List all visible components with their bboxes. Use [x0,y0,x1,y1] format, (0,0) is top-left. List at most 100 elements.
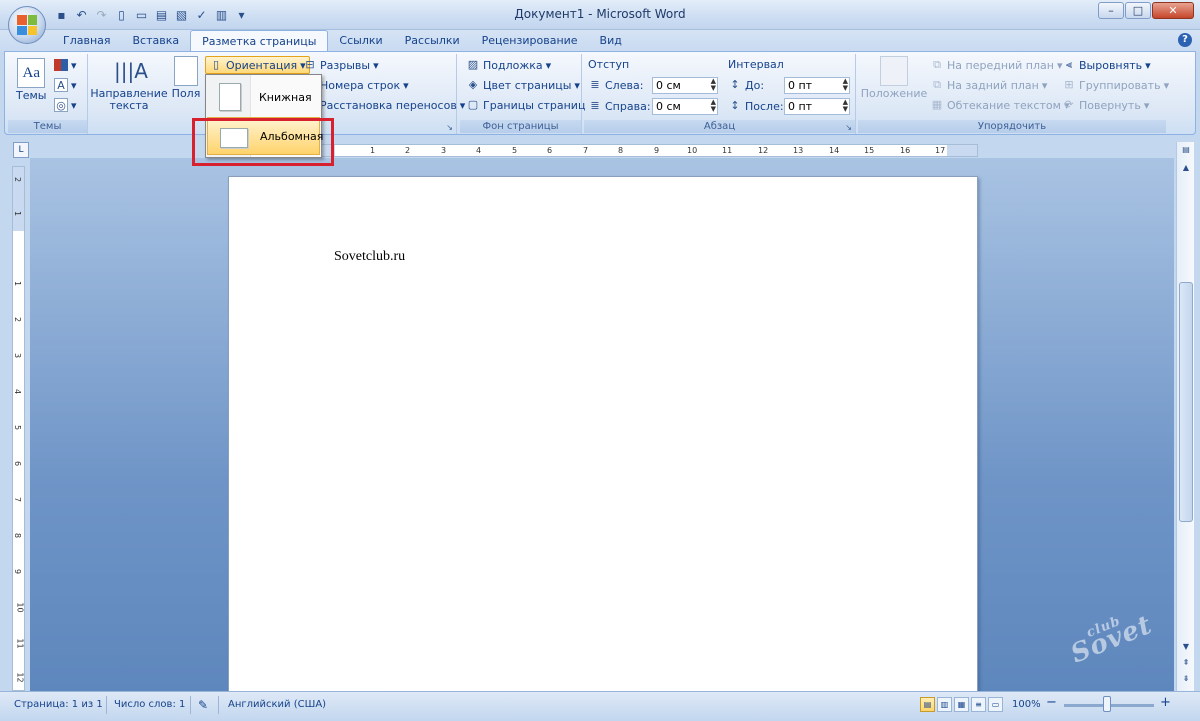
spacing-after-spinner-icon[interactable]: ▲ ▼ [843,99,848,113]
horizontal-ruler[interactable]: 1 2 3 4 5 6 7 8 9 10 11 12 13 14 15 16 1… [228,144,978,157]
status-page[interactable]: Страница: 1 из 1 [14,698,103,712]
indent-right-field[interactable]: 0 см ▲ ▼ [652,98,718,115]
indent-left-icon: ≣ [590,78,600,91]
tab-review[interactable]: Рецензирование [471,30,589,52]
outline-view-icon[interactable]: ≡ [971,697,986,712]
ruler-number: 1 [370,146,376,155]
zoom-level[interactable]: 100% [1012,698,1041,712]
close-button[interactable]: ✕ [1152,2,1194,19]
vertical-ruler[interactable]: 2 1 1 2 3 4 5 6 7 8 9 10 11 12 [12,166,25,691]
tab-stop-selector[interactable]: L [13,142,29,158]
orientation-button[interactable]: ▯ Ориентация ▾ [205,56,310,74]
ruler-number: 2 [405,146,411,155]
ruler-number: 5 [13,424,23,431]
orientation-icon: ▯ [212,58,220,71]
scroll-thumb[interactable] [1179,282,1193,522]
ruler-toggle-icon[interactable]: ▤ [1178,142,1194,158]
page-borders-icon: ▢ [467,98,479,111]
themes-button[interactable]: Aa Темы [16,58,46,102]
zoom-slider-thumb[interactable] [1103,696,1111,712]
bring-front-button[interactable]: ⧉ На передний план ▾ [930,56,1062,74]
window-title: Документ1 - Microsoft Word [514,7,686,21]
web-layout-view-icon[interactable]: ▦ [954,697,969,712]
page-borders-button[interactable]: ▢ Границы страниц [466,96,586,114]
spacing-after-field[interactable]: 0 пт ▲ ▼ [784,98,850,115]
watermark-button[interactable]: ▨ Подложка ▾ [466,56,551,74]
spacing-before-spinner-icon[interactable]: ▲ ▼ [843,78,848,92]
zoom-out-icon[interactable]: − [1046,696,1057,710]
status-bar: Страница: 1 из 1 Число слов: 1 ✎ Английс… [0,691,1200,721]
prev-page-icon[interactable]: ⇞ [1178,655,1194,671]
ruler-number: 11 [722,146,733,155]
ribbon-tabs: Главная Вставка Разметка страницы Ссылки… [52,30,633,52]
theme-effects-icon: ◎ [54,98,68,112]
group-themes-label: Темы [8,120,87,133]
spacing-before-field[interactable]: 0 пт ▲ ▼ [784,77,850,94]
theme-effects-button[interactable]: ◎ ▾ [54,96,77,114]
maximize-button[interactable]: □ [1125,2,1151,19]
breaks-icon: ⊟ [305,58,315,71]
ruler-number: 1 [13,280,23,287]
proofing-icon[interactable]: ✎ [198,698,208,712]
breaks-button[interactable]: ⊟ Разрывы ▾ [303,56,378,74]
margins-button[interactable]: Поля [169,56,203,100]
theme-fonts-button[interactable]: A ▾ [54,76,77,94]
ruler-number: 8 [13,532,23,539]
send-back-button[interactable]: ⧉ На задний план ▾ [930,76,1047,94]
ruler-number: 14 [829,146,840,155]
ruler-number: 4 [13,388,23,395]
spacing-header: Интервал [728,57,784,71]
position-button[interactable]: Положение [861,56,927,100]
help-icon[interactable]: ? [1178,33,1192,47]
paragraph-launcher-icon[interactable]: ↘ [845,123,852,132]
text-direction-icon: |||A [114,59,148,83]
full-screen-view-icon[interactable]: ▥ [937,697,952,712]
office-logo-icon [17,15,37,35]
menu-item-portrait[interactable]: Книжная [207,78,320,116]
office-button[interactable] [8,6,46,44]
indent-right-spinner-icon[interactable]: ▲ ▼ [711,99,716,113]
group-paragraph: Отступ ≣ Слева: 0 см ▲ ▼ ≣ Справа: 0 см ▲ ▼ Ин… [584,54,856,134]
scroll-down-icon[interactable]: ▼ [1178,639,1194,655]
tab-mailings[interactable]: Рассылки [394,30,471,52]
page-setup-launcher-icon[interactable]: ↘ [446,123,453,132]
vertical-scrollbar[interactable]: ▤ ▲ ▼ ⇞ ⇟ [1176,142,1194,691]
indent-left-spinner-icon[interactable]: ▲ ▼ [711,78,716,92]
page-color-button[interactable]: ◈ Цвет страницы ▾ [466,76,580,94]
rotate-button[interactable]: ⟳ Повернуть ▾ [1062,96,1149,114]
spacing-before-icon: ↕ [730,78,740,91]
zoom-in-icon[interactable]: + [1160,696,1171,710]
hyphenation-button[interactable]: -Расстановка переносов ▾ [303,96,465,114]
spacing-after-label: ↕ После: [728,97,783,115]
bring-front-icon: ⧉ [933,58,941,71]
rotate-icon: ⟳ [1064,98,1074,111]
status-words[interactable]: Число слов: 1 [114,698,185,712]
next-page-icon[interactable]: ⇟ [1178,671,1194,687]
tab-home[interactable]: Главная [52,30,122,52]
status-language[interactable]: Английский (США) [228,698,326,712]
ruler-number: 15 [864,146,875,155]
position-icon [880,56,908,86]
ruler-number: 10 [687,146,698,155]
tab-references[interactable]: Ссылки [328,30,393,52]
group-objects-button[interactable]: ⊞ Группировать ▾ [1062,76,1169,94]
tab-insert[interactable]: Вставка [122,30,191,52]
status-divider [190,696,191,714]
group-page-background-label: Фон страницы [460,120,581,133]
text-direction-button[interactable]: |||A Направление текста [90,56,167,112]
tab-page-layout[interactable]: Разметка страницы [190,30,329,52]
print-layout-view-icon[interactable]: ▤ [920,697,935,712]
ruler-number: 2 [13,316,23,323]
text-wrap-button[interactable]: ▦ Обтекание текстом ▾ [930,96,1070,114]
indent-left-field[interactable]: 0 см ▲ ▼ [652,77,718,94]
ruler-number: 11 [15,638,25,649]
tab-view[interactable]: Вид [589,30,633,52]
minimize-button[interactable]: – [1098,2,1124,19]
document-text[interactable]: Sovetclub.ru [334,249,405,265]
group-themes: Aa Темы ▾ A ▾ ◎ ▾ Темы [8,54,88,134]
align-button[interactable]: ⫷ Выровнять ▾ [1062,56,1151,74]
scroll-up-icon[interactable]: ▲ [1178,160,1194,176]
group-page-background: ▨ Подложка ▾ ◈ Цвет страницы ▾ ▢ Границы ст… [460,54,586,134]
draft-view-icon[interactable]: ▭ [988,697,1003,712]
theme-colors-button[interactable]: ▾ [54,56,77,74]
